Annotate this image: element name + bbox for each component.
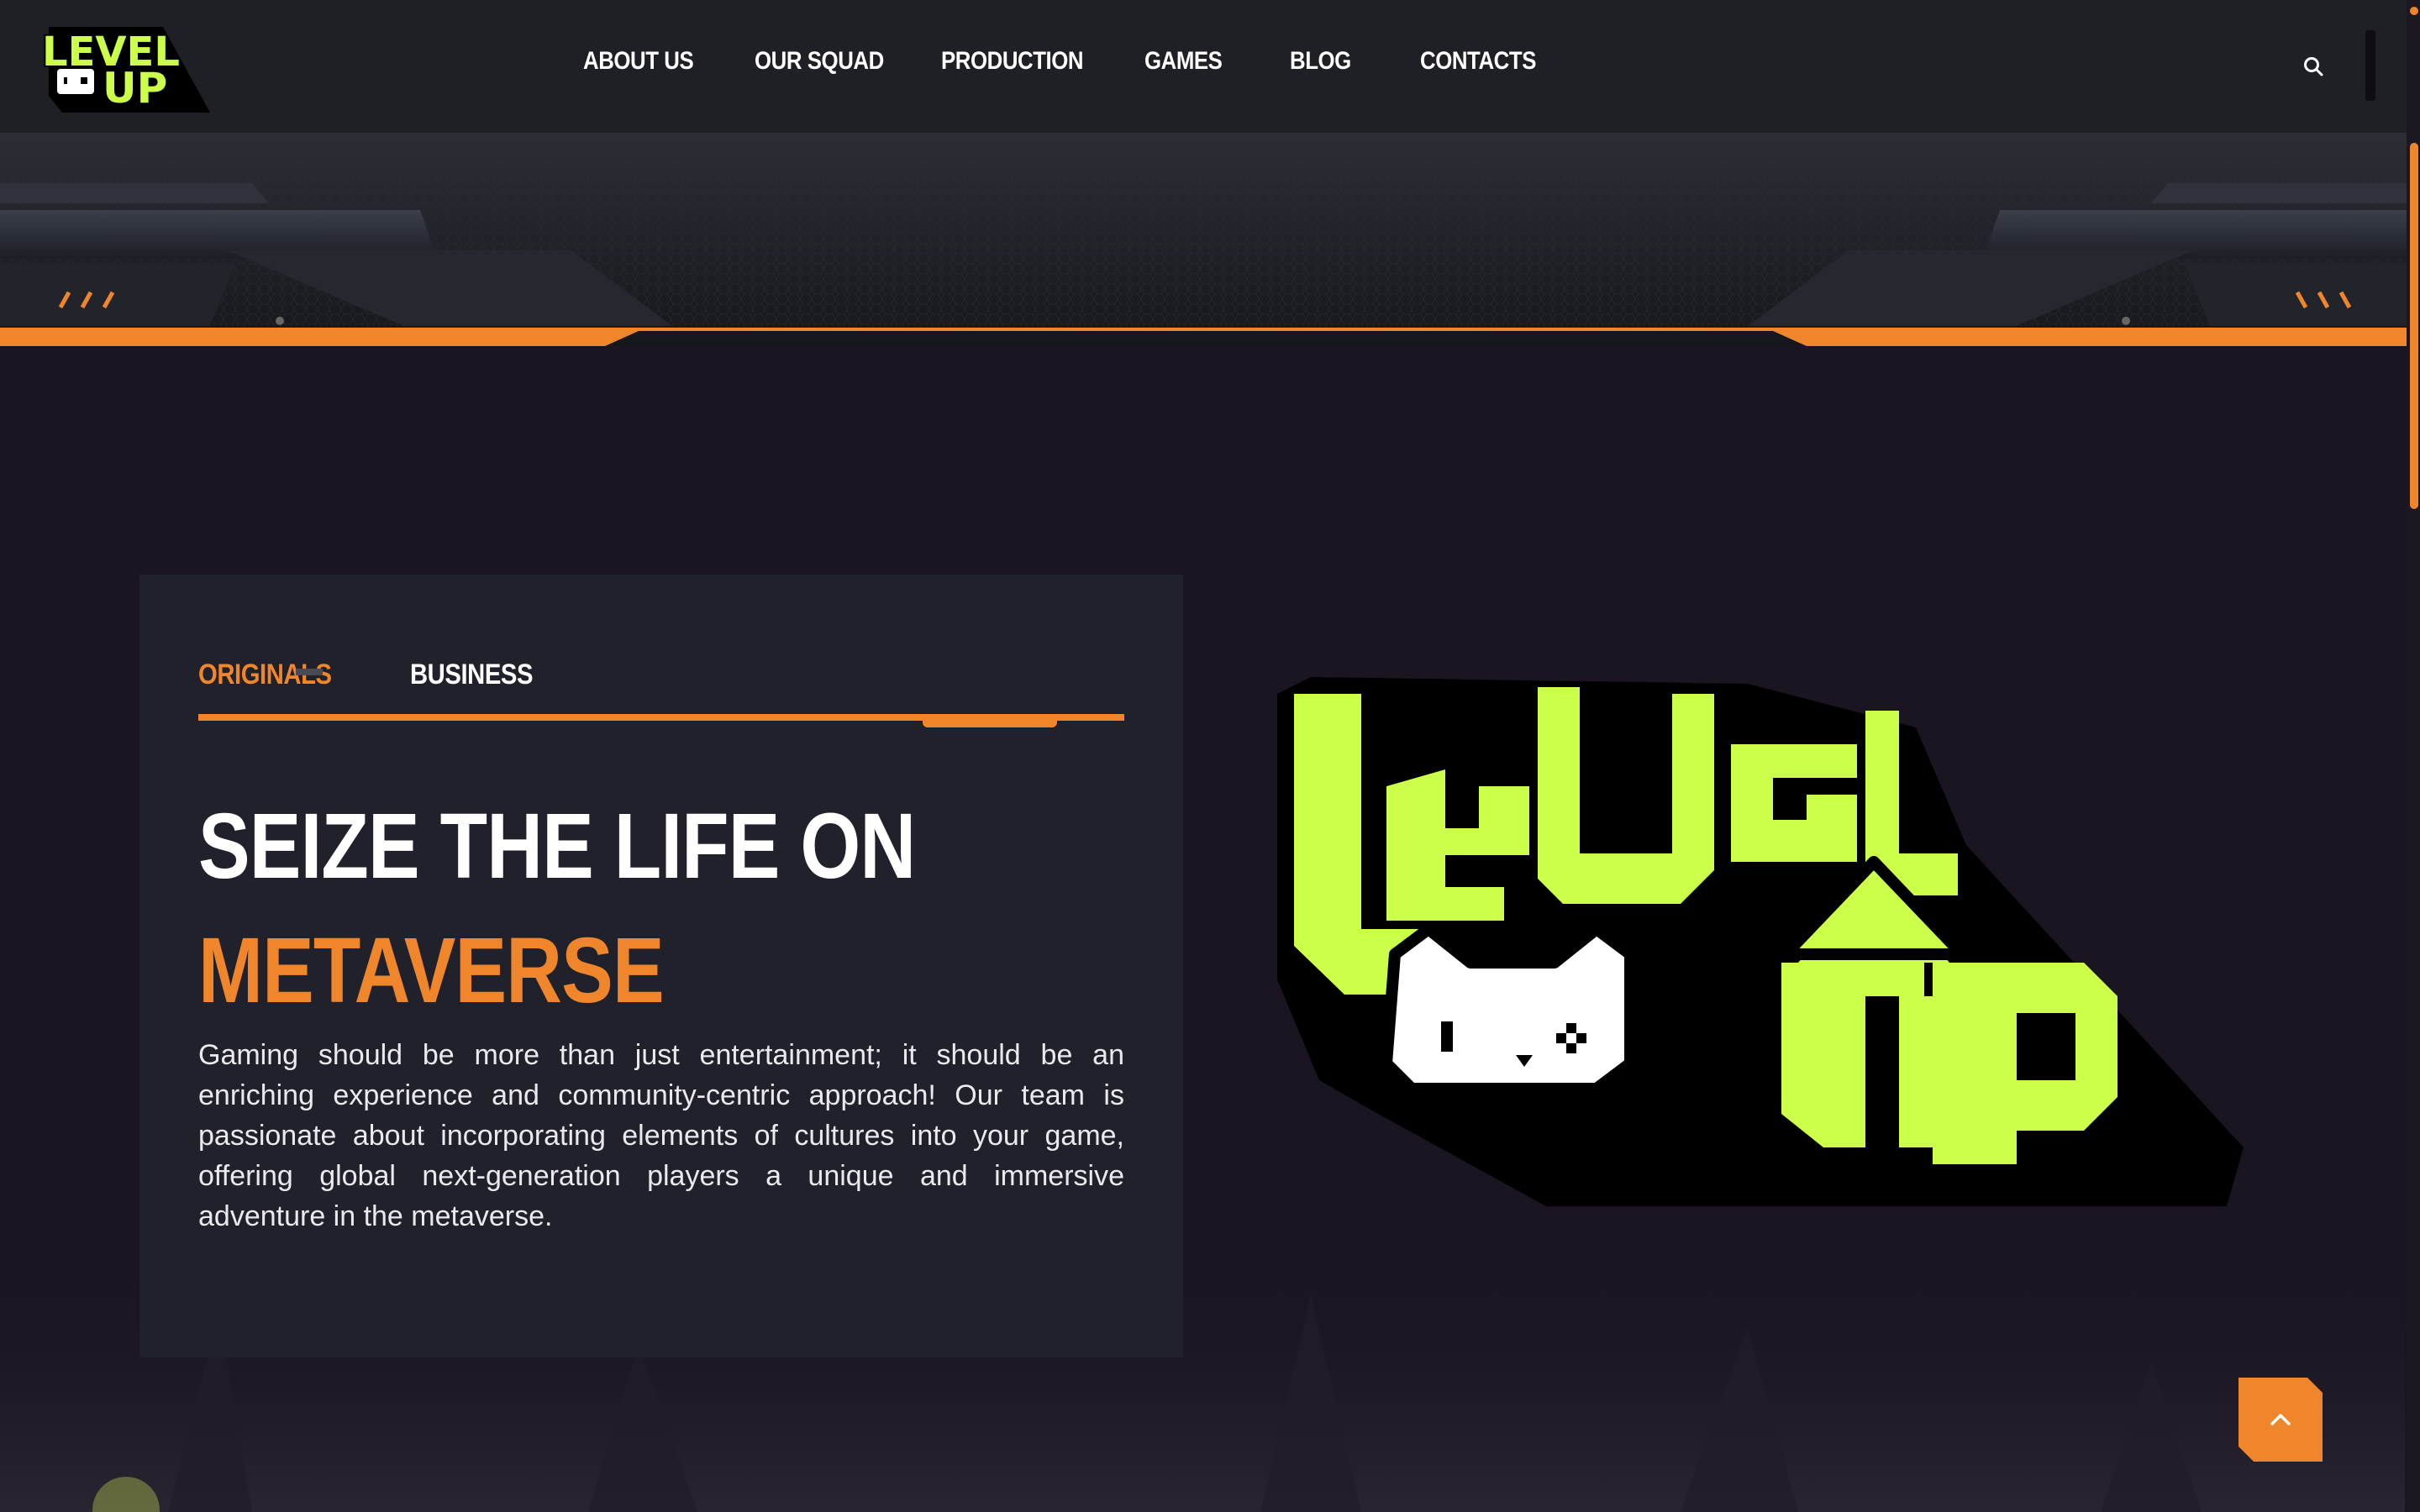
category-tabs: ORIGINALS BUSINESS (198, 659, 1124, 709)
scrollbar-dot (2410, 7, 2418, 15)
card-description: Gaming should be more than just entertai… (198, 1039, 1124, 1232)
headline-line-1: SEIZE THE LIFE ON (198, 795, 916, 898)
level-up-logo (1277, 677, 2244, 1206)
nav-production[interactable]: PRODUCTION (941, 47, 1084, 76)
nav-about-us[interactable]: ABOUT US (583, 47, 694, 76)
nav-blog[interactable]: BLOG (1290, 47, 1351, 76)
main-nav: ABOUT US OUR SQUAD PRODUCTION GAMES BLOG… (0, 47, 2420, 81)
tab-business[interactable]: BUSINESS (410, 659, 533, 691)
content-card: ORIGINALS BUSINESS SEIZE THE LIFE ON MET… (139, 575, 1183, 1357)
tab-active-indicator (923, 719, 1057, 727)
search-icon[interactable] (2302, 55, 2324, 77)
scrollbar-thumb[interactable] (2410, 143, 2418, 509)
headline: SEIZE THE LIFE ON METAVERSE (198, 785, 1123, 1033)
nav-games[interactable]: GAMES (1144, 47, 1223, 76)
nav-contacts[interactable]: CONTACTS (1420, 47, 1536, 76)
header-banner (0, 133, 2420, 346)
chevron-up-icon (2270, 1414, 2291, 1425)
back-to-top-button[interactable] (2238, 1378, 2323, 1462)
site-header: LEVEL UP ABOUT US OUR SQUAD PRODUCTION G… (0, 0, 2420, 133)
headline-line-2: METAVERSE (198, 919, 665, 1022)
page-scrollbar[interactable] (2407, 0, 2420, 1512)
menu-bar-icon[interactable] (2365, 30, 2375, 101)
tab-separator (296, 669, 323, 675)
nav-our-squad[interactable]: OUR SQUAD (755, 47, 884, 76)
